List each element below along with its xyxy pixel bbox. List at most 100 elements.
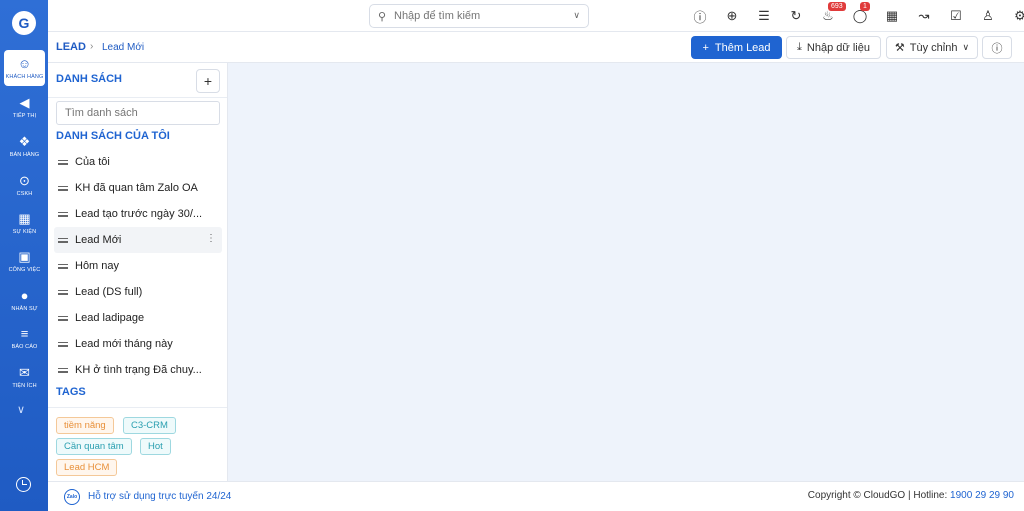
list-icon xyxy=(58,158,68,167)
support-link[interactable]: Hỗ trợ sử dụng trực tuyến 24/24 xyxy=(88,491,231,502)
nav-item-label: NHÂN SỰ xyxy=(11,305,38,312)
tag-chip[interactable]: Lead HCM xyxy=(56,459,118,476)
left-nav-rail: G ☺ KHÁCH HÀNG ◀ TIẾP THỊ ❖ BÁN HÀNG ⊙ C… xyxy=(0,0,48,511)
list-item-label: Lead ladipage xyxy=(75,312,145,324)
calendar-icon[interactable]: ▦ xyxy=(876,6,908,26)
list-icon xyxy=(58,288,68,297)
gear-icon[interactable]: ⚙ xyxy=(1004,6,1024,26)
panel-title: DANH SÁCH xyxy=(56,73,122,85)
top-bar: ⚲ ∨ ⓘ ⊕ ☰ ↻ ♨693 ◯1 ▦ ↝ ☑ ♙ ⚙ xyxy=(48,0,1024,32)
divider xyxy=(48,407,227,408)
chevron-down-icon: ∨ xyxy=(962,42,970,52)
list-item[interactable]: Lead ladipage xyxy=(54,305,222,331)
app-logo[interactable]: G xyxy=(12,11,36,35)
list-panel: DANH SÁCH + DANH SÁCH CỦA TÔI Của tôi KH… xyxy=(48,63,228,481)
nav-item-label: SỰ KIỆN xyxy=(12,228,37,235)
list-item[interactable]: Của tôi xyxy=(54,149,222,175)
nav-item-tasks[interactable]: ▣ CÔNG VIỆC xyxy=(4,243,45,279)
list-item-label: Của tôi xyxy=(75,156,110,168)
top-bar-icons: ⓘ ⊕ ☰ ↻ ♨ 693 ◯ 1 ▦ ↝ ☑ ♙ ⚙ xyxy=(684,2,1024,26)
list-item[interactable]: Lead tạo trước ngày 30/... xyxy=(54,201,222,227)
import-data-button[interactable]: ⤓ Nhập dữ liệu xyxy=(786,36,881,59)
list-item-label: Lead mới tháng này xyxy=(75,338,173,350)
nav-item-label: CÔNG VIỆC xyxy=(8,266,41,273)
user-icon[interactable]: ♙ xyxy=(972,6,1004,26)
nav-item-label: CSKH xyxy=(16,190,33,197)
chat-icon[interactable]: ◯ 1 xyxy=(844,2,876,26)
briefcase-icon: ▣ xyxy=(18,248,31,264)
main-content-area xyxy=(229,63,1024,481)
nav-item-label: TIẾP THỊ xyxy=(12,112,37,119)
list-item-label: Lead Mới xyxy=(75,234,122,246)
chart-icon[interactable]: ↝ xyxy=(908,6,940,26)
tags-title: TAGS xyxy=(56,386,86,398)
plus-icon: + xyxy=(702,41,709,54)
list-item-label: KH đã quan tâm Zalo OA xyxy=(75,182,198,194)
list-icon[interactable]: ☰ xyxy=(748,6,780,26)
megaphone-icon: ◀ xyxy=(19,94,30,110)
list-item[interactable]: KH ở tình trạng Đã chuy... xyxy=(54,357,222,383)
tag-chip[interactable]: Cần quan tâm xyxy=(56,438,132,455)
nav-item-hr[interactable]: ● NHÂN SỰ xyxy=(4,282,45,318)
nav-item-sales[interactable]: ❖ BÁN HÀNG xyxy=(4,128,45,164)
hotline-link[interactable]: 1900 29 29 90 xyxy=(950,490,1014,501)
nav-item-reports[interactable]: ≡ BÁO CÁO xyxy=(4,320,45,356)
customize-button[interactable]: ⚒ Tùy chỉnh ∨ xyxy=(886,36,978,59)
list-item-label: Hôm nay xyxy=(75,260,120,272)
list-item[interactable]: Hôm nay xyxy=(54,253,222,279)
add-lead-button[interactable]: + Thêm Lead xyxy=(691,36,782,59)
checkbox-icon[interactable]: ☑ xyxy=(940,6,972,26)
nav-item-customer-care[interactable]: ⊙ CSKH xyxy=(4,167,45,203)
my-lists: Của tôi KH đã quan tâm Zalo OA Lead tạo … xyxy=(54,149,222,383)
list-icon xyxy=(58,236,68,245)
bell-icon[interactable]: ♨ 693 xyxy=(812,2,846,26)
nav-item-label: KHÁCH HÀNG xyxy=(5,73,44,80)
help-icon: ⓘ xyxy=(991,42,1003,55)
list-icon xyxy=(58,262,68,271)
chevron-right-icon: › xyxy=(90,41,94,52)
list-item[interactable]: Lead (DS full) xyxy=(54,279,222,305)
refresh-icon[interactable]: ↻ xyxy=(780,6,812,26)
box-icon: ✉ xyxy=(19,364,30,380)
global-search-input[interactable] xyxy=(394,10,554,22)
divider xyxy=(48,97,227,98)
list-item-label: Lead tạo trước ngày 30/... xyxy=(75,208,203,220)
chevron-down-icon[interactable]: ∨ xyxy=(573,10,580,21)
list-item-label: KH ở tình trạng Đã chuy... xyxy=(75,364,202,376)
footer: Zalo Hỗ trợ sử dụng trực tuyến 24/24 Cop… xyxy=(48,481,1024,511)
customize-label: Tùy chỉnh xyxy=(909,41,958,54)
nav-item-label: BÁO CÁO xyxy=(11,343,38,350)
search-icon: ⚲ xyxy=(378,10,387,23)
list-item[interactable]: KH đã quan tâm Zalo OA xyxy=(54,175,222,201)
nav-item-marketing[interactable]: ◀ TIẾP THỊ xyxy=(4,89,45,125)
list-item-label: Lead (DS full) xyxy=(75,286,143,298)
list-item[interactable]: Lead mới tháng này xyxy=(54,331,222,357)
add-list-button[interactable]: + xyxy=(196,69,220,93)
copyright-label: Copyright © CloudGO | Hotline: xyxy=(807,490,951,501)
tag-chip[interactable]: Hot xyxy=(140,438,171,455)
chevron-down-icon[interactable]: ∨ xyxy=(17,403,25,416)
global-search[interactable]: ⚲ ∨ xyxy=(369,4,589,28)
nav-item-utilities[interactable]: ✉ TIỆN ÍCH xyxy=(4,359,45,395)
add-lead-label: Thêm Lead xyxy=(714,41,771,54)
nav-item-events[interactable]: ▦ SỰ KIỆN xyxy=(4,205,45,241)
nav-item-customers[interactable]: ☺ KHÁCH HÀNG xyxy=(4,50,45,86)
list-icon xyxy=(58,210,68,219)
add-circle-icon[interactable]: ⊕ xyxy=(716,6,748,26)
list-item-active[interactable]: Lead Mới ⋮ xyxy=(54,227,222,253)
messages-badge: 1 xyxy=(860,2,870,11)
breadcrumb-root[interactable]: LEAD xyxy=(56,41,86,53)
zalo-icon[interactable]: Zalo xyxy=(64,489,80,505)
clock-icon[interactable] xyxy=(16,477,31,492)
help-button[interactable]: ⓘ xyxy=(982,36,1012,59)
import-data-label: Nhập dữ liệu xyxy=(806,41,870,54)
more-vertical-icon[interactable]: ⋮ xyxy=(206,233,216,244)
list-search-input[interactable] xyxy=(56,101,220,125)
tag-chip[interactable]: C3-CRM xyxy=(123,417,176,434)
nav-item-label: BÁN HÀNG xyxy=(9,151,40,158)
tag-chip[interactable]: tiềm năng xyxy=(56,417,114,434)
report-icon: ≡ xyxy=(20,325,29,341)
alert-icon[interactable]: ⓘ xyxy=(684,6,716,26)
calendar-icon: ▦ xyxy=(18,210,31,226)
cart-icon: ❖ xyxy=(18,133,31,149)
